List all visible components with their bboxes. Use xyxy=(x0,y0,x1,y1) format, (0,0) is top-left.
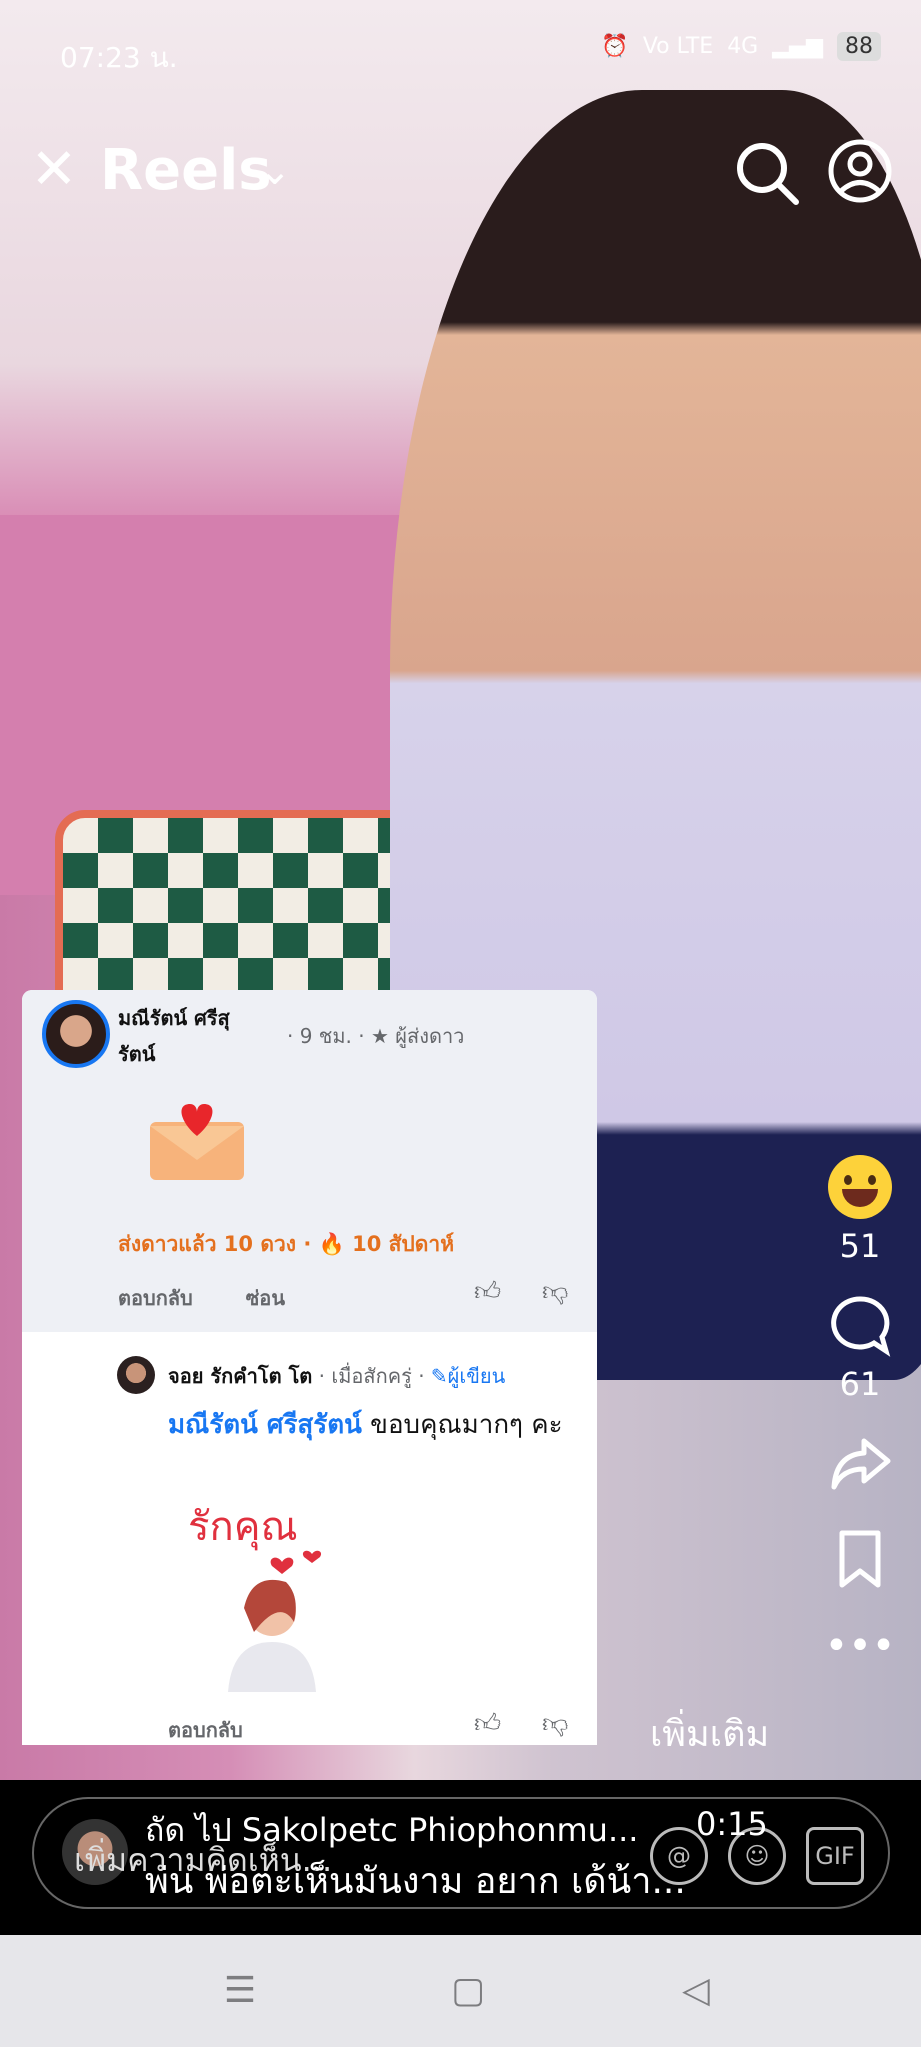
comment-count: 61 xyxy=(839,1365,881,1403)
sticker-text: รักคุณ xyxy=(188,1504,298,1551)
comment-item: มณีรัตน์ ศรีสุรัตน์ · 9 ชม. · ★ ผู้ส่งดา… xyxy=(22,990,597,1332)
back-icon[interactable]: ◁ xyxy=(676,1971,716,2011)
comment-thread: มณีรัตน์ ศรีสุรัตน์ · 9 ชม. · ★ ผู้ส่งดา… xyxy=(22,990,597,1745)
network-label: Vo LTE xyxy=(642,34,714,59)
star-stats: ส่งดาวแล้ว 10 ดวง · 🔥 10 สัปดาห์ xyxy=(118,1232,455,1256)
comment-author[interactable]: มณีรัตน์ ศรีสุรัตน์ xyxy=(118,1000,258,1072)
system-nav-bar: ☰ ▢ ◁ xyxy=(0,1935,921,2047)
close-button[interactable]: ✕ xyxy=(24,140,84,200)
alarm-icon: ⏰ xyxy=(601,34,629,59)
reply-link[interactable]: ตอบกลับ xyxy=(168,1714,243,1745)
reels-header: ✕ Reels ⌄ xyxy=(0,130,921,230)
reply-link[interactable]: ตอบกลับ xyxy=(118,1286,193,1310)
chevron-down-icon[interactable]: ⌄ xyxy=(258,148,292,194)
bookmark-icon xyxy=(839,1530,881,1588)
comment-actions: ตอบกลับ ซ่อน xyxy=(118,1282,331,1314)
reply-time: · เมื่อสักครู่ · xyxy=(318,1364,425,1388)
mention-link[interactable]: มณีรัตน์ ศรีสุรัตน์ xyxy=(168,1410,362,1440)
up-next-duration: 0:15 xyxy=(696,1805,768,1843)
reaction-count: 51 xyxy=(839,1227,881,1265)
reaction-button[interactable]: 51 xyxy=(820,1155,900,1265)
thumbs-up-icon[interactable]: 👍︎ xyxy=(474,1708,504,1739)
caption-see-more[interactable]: เพิ่มเติม xyxy=(650,1705,769,1762)
menu-icon[interactable]: ☰ xyxy=(220,1971,260,2011)
hide-link[interactable]: ซ่อน xyxy=(246,1286,285,1310)
thumbs-up-icon[interactable]: 👍︎ xyxy=(474,1276,504,1307)
reply-author[interactable]: จอย รักคำโต โต xyxy=(168,1364,312,1388)
share-icon xyxy=(831,1438,891,1490)
status-time: 07:23 น. xyxy=(60,41,178,74)
avatar[interactable] xyxy=(117,1356,155,1394)
signal-bars-icon: ▂▄▆ xyxy=(772,34,823,59)
more-icon: ••• xyxy=(824,1623,896,1669)
reply-item: จอย รักคำโต โต · เมื่อสักครู่ · ✎ผู้เขีย… xyxy=(22,1332,597,1745)
more-button[interactable]: ••• xyxy=(820,1623,900,1669)
gif-icon[interactable]: GIF xyxy=(806,1827,864,1885)
avatar[interactable] xyxy=(42,1000,110,1068)
signal-label: 4G xyxy=(727,34,759,59)
love-sticker: รักคุณ xyxy=(188,1504,322,1692)
reel-actions: 51 61 ••• xyxy=(820,1155,900,1697)
status-bar: 07:23 น. ⏰ Vo LTE 4G ▂▄▆ 88 xyxy=(0,0,921,95)
comment-button[interactable]: 61 xyxy=(820,1293,900,1403)
reels-title[interactable]: Reels xyxy=(100,138,272,203)
up-next-caption: พ่น พ่อตะเห็นมันงาม อยาก เด้น้า... xyxy=(145,1861,686,1902)
thumbs-down-icon[interactable]: 👎︎ xyxy=(542,1276,572,1307)
reply-header: จอย รักคำโต โต · เมื่อสักครู่ · ✎ผู้เขีย… xyxy=(168,1360,505,1392)
author-badge: ✎ผู้เขียน xyxy=(430,1364,506,1388)
heart-envelope-sticker xyxy=(150,1104,244,1180)
home-icon[interactable]: ▢ xyxy=(448,1971,488,2011)
comment-meta: · 9 ชม. · ★ ผู้ส่งดาว xyxy=(287,1024,465,1048)
up-next-label[interactable]: ถัด ไป Sakolpetc Phiophonmu... xyxy=(145,1805,638,1856)
battery-indicator: 88 xyxy=(837,32,881,61)
profile-icon[interactable] xyxy=(825,136,895,206)
status-icons: ⏰ Vo LTE 4G ▂▄▆ 88 xyxy=(601,32,881,61)
laugh-emoji-icon xyxy=(828,1155,892,1219)
save-button[interactable] xyxy=(820,1527,900,1595)
search-icon[interactable] xyxy=(732,138,802,208)
comment-icon xyxy=(831,1296,891,1357)
thumbs-down-icon[interactable]: 👎︎ xyxy=(542,1708,572,1739)
share-button[interactable] xyxy=(820,1431,900,1499)
reply-text: มณีรัตน์ ศรีสุรัตน์ ขอบคุณมากๆ คะ xyxy=(168,1402,588,1448)
reply-body: ขอบคุณมากๆ คะ xyxy=(361,1410,563,1440)
